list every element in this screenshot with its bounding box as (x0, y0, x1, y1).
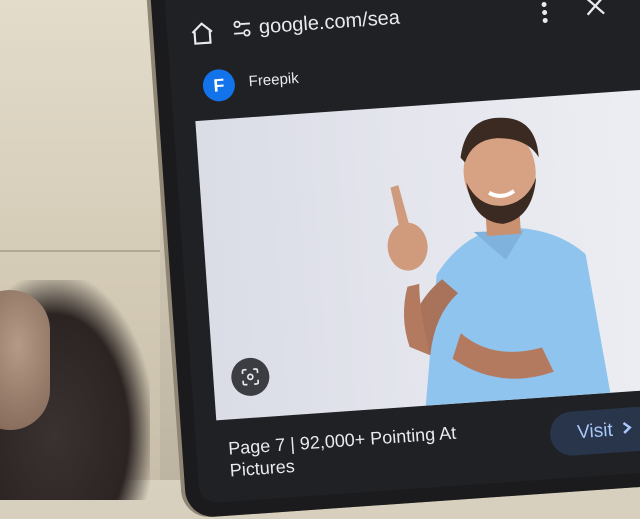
freepik-logo-icon: F (201, 68, 236, 103)
phone-device: google.com/sea F Freepik Page 7 | 92,000… (148, 0, 640, 519)
background-ledge (0, 250, 160, 252)
chevron-right-icon (620, 418, 634, 441)
visit-label: Visit (576, 419, 614, 444)
address-bar[interactable]: google.com/sea (230, 0, 462, 44)
tune-icon[interactable] (230, 17, 253, 40)
result-caption[interactable]: Page 7 | 92,000+ Pointing At Pictures (228, 418, 510, 481)
url-text: google.com/sea (258, 6, 401, 39)
close-icon[interactable] (584, 0, 607, 18)
phone-screen: google.com/sea F Freepik Page 7 | 92,000… (162, 0, 640, 504)
background-face (0, 290, 50, 430)
source-name: Freepik (248, 69, 300, 91)
result-image[interactable] (195, 89, 640, 421)
visit-button[interactable]: Visit (548, 405, 640, 458)
home-icon[interactable] (188, 20, 216, 48)
more-vert-icon[interactable] (540, 0, 550, 24)
logo-letter: F (212, 74, 226, 96)
